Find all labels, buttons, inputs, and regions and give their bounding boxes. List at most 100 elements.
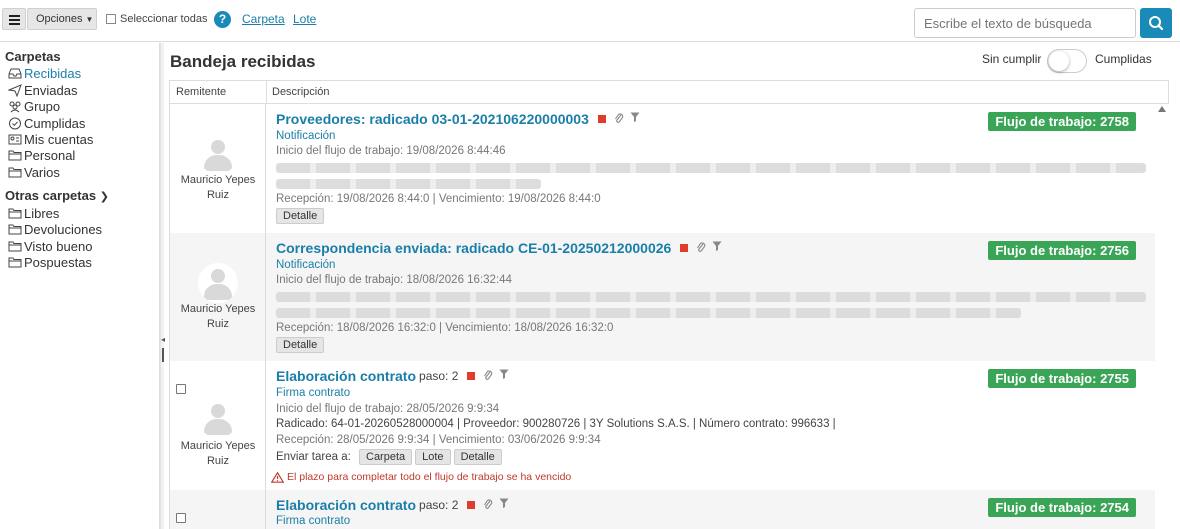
folder-icon [7,206,22,220]
collapse-arrow-icon[interactable]: ◂ [161,335,165,344]
inbox-icon [7,66,22,80]
sidebar-item-cumplidas[interactable]: Cumplidas [7,115,85,131]
search-input[interactable] [914,8,1136,38]
sidebar-item-label: Personal [24,147,76,163]
paperclip-icon[interactable] [483,498,493,513]
filter-icon[interactable] [630,112,640,126]
send-task-label: Enviar tarea a: [276,451,351,463]
blurred-text [276,163,1146,173]
column-header-sender[interactable]: Remitente [176,86,226,98]
hamburger-menu-button[interactable] [2,8,26,30]
step-label: paso: 2 [419,498,459,512]
table-row[interactable]: Elaboración contrato paso: 2 Flujo de tr… [169,490,1155,529]
paperclip-icon[interactable] [614,112,624,127]
sidebar: Carpetas Recibidas Enviadas Grupo Cumpli… [0,43,160,529]
row-checkbox[interactable] [176,513,186,523]
search-icon [1149,16,1164,31]
splitter-grip[interactable] [162,348,164,362]
sidebar-item-label: Enviadas [24,82,78,98]
sidebar-item-label: Varios [24,164,60,180]
lote-link[interactable]: Lote [293,12,316,26]
detail-button[interactable]: Detalle [276,337,325,353]
reception-info: Recepción: 19/08/2026 8:44:0 | Vencimien… [276,193,601,205]
step-label: paso: 2 [419,369,459,383]
options-dropdown-button[interactable]: Opciones ▼ [27,8,97,30]
send-icon [7,83,22,97]
carpeta-link[interactable]: Carpeta [242,12,285,26]
group-icon [7,99,22,113]
scrollbar[interactable] [1155,104,1169,529]
sidebar-item-label: Recibidas [24,65,82,81]
lote-chip[interactable]: Lote [415,449,451,465]
sender-cell [170,490,266,529]
checkbox-box[interactable] [106,14,116,24]
paperclip-icon[interactable] [696,241,706,256]
avatar [198,398,238,438]
item-subtitle-link[interactable]: Firma contrato [276,515,350,527]
caret-down-icon: ▼ [85,15,94,24]
item-title-link[interactable]: Elaboración contrato [276,368,416,384]
item-subtitle-link[interactable]: Notificación [276,130,335,142]
reception-info: Recepción: 18/08/2026 16:32:0 | Vencimie… [276,322,614,334]
folder-icon [7,255,22,269]
sidebar-item-recibidas[interactable]: Recibidas [7,65,81,81]
scroll-up-icon[interactable] [1158,106,1166,112]
sidebar-item-varios[interactable]: Varios [7,164,60,180]
item-subtitle-link[interactable]: Firma contrato [276,387,350,399]
paperclip-icon[interactable] [483,369,493,384]
item-title-link[interactable]: Proveedores: radicado 03-01-202106220000… [276,111,589,127]
priority-flag-icon [680,244,689,252]
sidebar-splitter[interactable]: ◂ [160,43,165,529]
page-title: Bandeja recibidas [170,52,316,71]
table-row[interactable]: Mauricio Yepes Ruiz Proveedores: radicado… [169,104,1155,233]
sidebar-item-label: Visto bueno [24,238,93,254]
column-header-description[interactable]: Descripción [272,86,329,98]
filter-icon[interactable] [712,241,722,255]
folder-icon [7,222,22,236]
workflow-start: Inicio del flujo de trabajo: 28/05/2026 … [276,403,500,415]
folders-title: Carpetas [5,49,61,64]
radicado-info: Radicado: 64-01-20260528000004 | Proveed… [276,418,836,430]
sidebar-item-label: Devoluciones [24,221,103,237]
row-checkbox[interactable] [176,384,186,394]
table-row[interactable]: Mauricio Yepes Ruiz Elaboración contrato … [169,361,1155,490]
sender-name: Mauricio Yepes Ruiz [180,303,256,330]
carpeta-chip[interactable]: Carpeta [359,449,413,465]
avatar [198,134,238,174]
sidebar-item-personal[interactable]: Personal [7,147,75,163]
other-folders-title[interactable]: Otras carpetas ❯ [5,188,109,203]
blurred-text [276,179,541,189]
reception-info: Recepción: 28/05/2026 9:9:34 | Vencimien… [276,434,601,446]
item-title-link[interactable]: Elaboración contrato [276,497,416,513]
detail-button[interactable]: Detalle [276,208,325,224]
sender-cell: Mauricio Yepes Ruiz [170,361,266,490]
blurred-text [276,292,1146,302]
sender-name: Mauricio Yepes Ruiz [180,174,256,201]
search-button[interactable] [1140,8,1172,38]
toggle-knob [1049,51,1069,71]
table-row[interactable]: Mauricio Yepes Ruiz Correspondencia envia… [169,233,1155,361]
sidebar-item-devoluciones[interactable]: Devoluciones [7,221,102,237]
sidebar-item-grupo[interactable]: Grupo [7,98,60,114]
column-divider [266,81,267,103]
select-all-label: Seleccionar todas [120,13,208,25]
filter-icon[interactable] [499,498,509,512]
blurred-text [276,308,1021,318]
sidebar-item-libres[interactable]: Libres [7,205,59,221]
item-subtitle-link[interactable]: Notificación [276,259,335,271]
detail-button[interactable]: Detalle [453,449,502,465]
workflow-badge: Flujo de trabajo: 2758 [988,112,1136,131]
sidebar-item-label: Grupo [24,98,61,114]
completed-toggle[interactable] [1047,49,1087,73]
toggle-label-pending: Sin cumplir [982,52,1042,66]
question-circle-icon[interactable]: ? [214,11,231,28]
filter-icon[interactable] [499,369,509,383]
select-all-checkbox[interactable]: Seleccionar todas [106,13,207,25]
item-title-link[interactable]: Correspondencia enviada: radicado CE-01-… [276,240,671,256]
toolbar: Opciones ▼ Seleccionar todas ? Carpeta Lo… [0,0,1180,42]
sidebar-item-visto-bueno[interactable]: Visto bueno [7,238,92,254]
sidebar-item-mis-cuentas[interactable]: Mis cuentas [7,131,93,147]
folder-icon [7,239,22,253]
sidebar-item-pospuestas[interactable]: Pospuestas [7,254,92,270]
sidebar-item-enviadas[interactable]: Enviadas [7,82,77,98]
